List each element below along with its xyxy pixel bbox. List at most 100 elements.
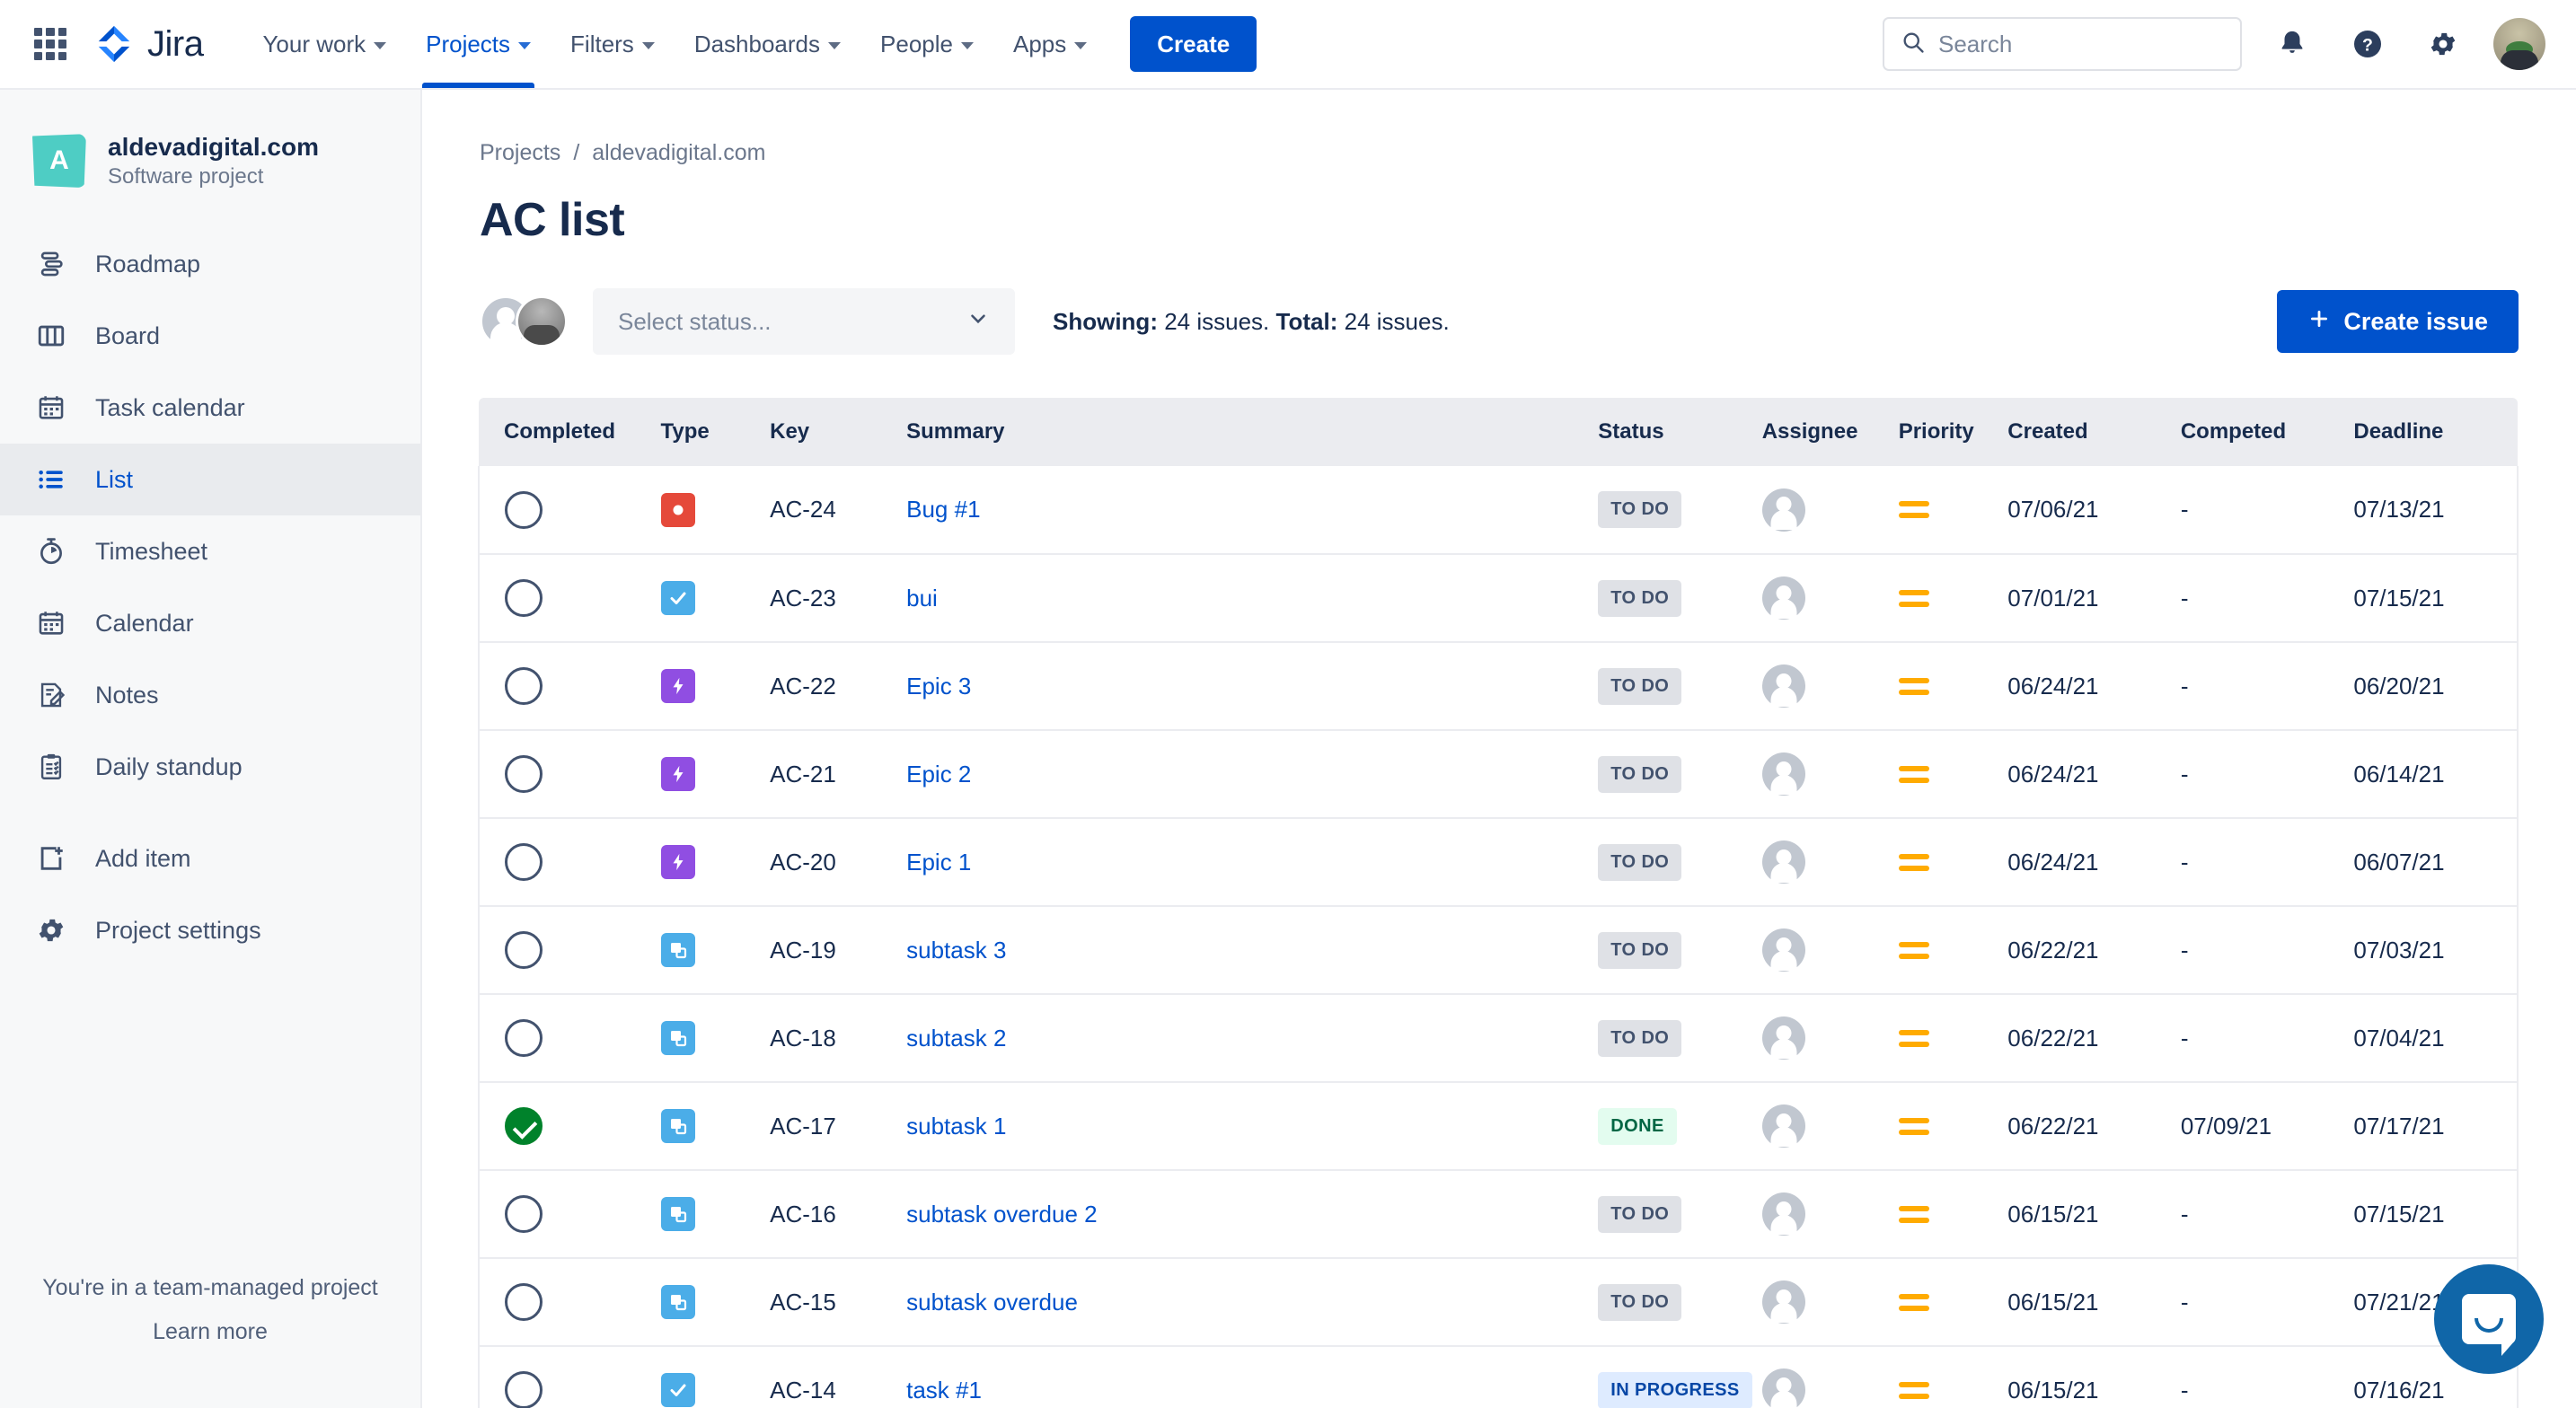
assignee-avatar[interactable] — [1761, 664, 1805, 708]
nav-item-dashboards[interactable]: Dashboards — [675, 0, 860, 88]
sidebar-item-notes[interactable]: Notes — [0, 659, 420, 731]
create-issue-button[interactable]: Create issue — [2277, 290, 2519, 353]
assignee-avatar-filter[interactable] — [480, 295, 568, 348]
column-header-type[interactable]: Type — [651, 398, 762, 466]
issue-summary-link[interactable]: subtask 2 — [906, 1025, 1006, 1052]
apps-switcher-icon[interactable] — [31, 24, 70, 64]
assignee-avatar[interactable] — [1761, 488, 1805, 532]
deadline-date: 07/17/21 — [2353, 1112, 2445, 1140]
assignee-avatar[interactable] — [1761, 840, 1805, 884]
settings-gear-icon[interactable] — [2418, 19, 2468, 69]
issue-summary-link[interactable]: Bug #1 — [906, 496, 980, 523]
status-badge[interactable]: TO DO — [1598, 491, 1682, 528]
global-search[interactable] — [1883, 17, 2242, 71]
column-header-created[interactable]: Created — [1998, 398, 2172, 466]
nav-item-people[interactable]: People — [860, 0, 993, 88]
column-header-deadline[interactable]: Deadline — [2344, 398, 2518, 466]
table-row[interactable]: AC-22 Epic 3 TO DO 06/24/21 - 06/20/21 — [478, 642, 2519, 731]
incomplete-circle-icon[interactable] — [505, 1283, 543, 1321]
status-filter-select[interactable]: Select status... — [593, 288, 1015, 355]
status-badge[interactable]: DONE — [1598, 1107, 1677, 1145]
issue-summary-link[interactable]: Epic 3 — [906, 673, 971, 700]
table-row[interactable]: AC-24 Bug #1 TO DO 07/06/21 - 07/13/21 — [478, 466, 2519, 555]
breadcrumb-current-project[interactable]: aldevadigital.com — [592, 140, 765, 166]
column-header-priority[interactable]: Priority — [1889, 398, 1999, 466]
column-header-assignee[interactable]: Assignee — [1752, 398, 1890, 466]
column-header-summary[interactable]: Summary — [897, 398, 1590, 466]
incomplete-circle-icon[interactable] — [505, 931, 543, 969]
assignee-avatar[interactable] — [1761, 1192, 1805, 1236]
table-row[interactable]: AC-16 subtask overdue 2 TO DO 06/15/21 -… — [478, 1170, 2519, 1259]
sidebar-item-roadmap[interactable]: Roadmap — [0, 228, 420, 300]
issue-summary-link[interactable]: Epic 2 — [906, 761, 971, 788]
table-row[interactable]: AC-20 Epic 1 TO DO 06/24/21 - 06/07/21 — [478, 818, 2519, 907]
user-avatar[interactable] — [2493, 18, 2545, 70]
breadcrumb-projects[interactable]: Projects — [480, 140, 560, 166]
table-row[interactable]: AC-15 subtask overdue TO DO 06/15/21 - 0… — [478, 1258, 2519, 1347]
column-header-completed[interactable]: Completed — [479, 398, 652, 466]
incomplete-circle-icon[interactable] — [505, 579, 543, 617]
status-badge[interactable]: TO DO — [1598, 579, 1682, 617]
assignee-avatar[interactable] — [1761, 576, 1805, 620]
column-header-status[interactable]: Status — [1589, 398, 1753, 466]
status-badge[interactable]: TO DO — [1598, 667, 1682, 705]
issue-summary-link[interactable]: task #1 — [906, 1377, 982, 1404]
avatar-user[interactable] — [516, 295, 568, 348]
table-row[interactable]: AC-17 subtask 1 DONE 06/22/21 07/09/21 0… — [478, 1082, 2519, 1171]
sidebar-item-project-settings[interactable]: Project settings — [0, 894, 420, 966]
sidebar-item-task-calendar[interactable]: Task calendar — [0, 372, 420, 444]
sidebar-item-add-item[interactable]: Add item — [0, 823, 420, 894]
notifications-bell-icon[interactable] — [2267, 19, 2317, 69]
project-header[interactable]: A aldevadigital.com Software project — [0, 90, 420, 190]
sidebar-item-daily-standup[interactable]: Daily standup — [0, 731, 420, 803]
incomplete-circle-icon[interactable] — [505, 1019, 543, 1057]
issue-summary-link[interactable]: subtask 3 — [906, 937, 1006, 964]
completed-check-icon[interactable] — [505, 1107, 543, 1145]
issue-summary-link[interactable]: subtask overdue 2 — [906, 1201, 1097, 1228]
assignee-avatar[interactable] — [1761, 1368, 1805, 1408]
incomplete-circle-icon[interactable] — [505, 490, 543, 529]
table-row[interactable]: AC-23 bui TO DO 07/01/21 - 07/15/21 — [478, 554, 2519, 643]
learn-more-link[interactable]: Learn more — [0, 1319, 420, 1345]
incomplete-circle-icon[interactable] — [505, 843, 543, 881]
nav-item-filters[interactable]: Filters — [551, 0, 675, 88]
create-button[interactable]: Create — [1130, 16, 1257, 72]
search-input[interactable] — [1938, 30, 2224, 58]
status-badge[interactable]: TO DO — [1598, 843, 1682, 881]
issue-summary-link[interactable]: subtask 1 — [906, 1113, 1006, 1140]
status-badge[interactable]: TO DO — [1598, 931, 1682, 969]
issue-summary-link[interactable]: Epic 1 — [906, 849, 971, 876]
table-row[interactable]: AC-14 task #1 IN PROGRESS 06/15/21 - 07/… — [478, 1346, 2519, 1408]
sidebar-item-board[interactable]: Board — [0, 300, 420, 372]
issue-summary-link[interactable]: subtask overdue — [906, 1289, 1078, 1316]
jira-home-logo[interactable]: Jira — [93, 23, 204, 65]
chat-widget-button[interactable] — [2434, 1264, 2544, 1374]
status-badge[interactable]: TO DO — [1598, 1283, 1682, 1321]
issue-summary-link[interactable]: bui — [906, 585, 938, 612]
nav-item-projects[interactable]: Projects — [406, 0, 551, 88]
assignee-avatar[interactable] — [1761, 1280, 1805, 1324]
nav-item-apps[interactable]: Apps — [993, 0, 1107, 88]
status-badge[interactable]: TO DO — [1598, 755, 1682, 793]
incomplete-circle-icon[interactable] — [505, 667, 543, 705]
assignee-avatar[interactable] — [1761, 1016, 1805, 1060]
table-row[interactable]: AC-19 subtask 3 TO DO 06/22/21 - 07/03/2… — [478, 906, 2519, 995]
status-badge[interactable]: TO DO — [1598, 1195, 1682, 1233]
assignee-avatar[interactable] — [1761, 1104, 1805, 1148]
help-icon[interactable]: ? — [2342, 19, 2393, 69]
table-row[interactable]: AC-18 subtask 2 TO DO 06/22/21 - 07/04/2… — [478, 994, 2519, 1083]
incomplete-circle-icon[interactable] — [505, 755, 543, 793]
nav-item-your-work[interactable]: Your work — [243, 0, 406, 88]
status-badge[interactable]: TO DO — [1598, 1019, 1682, 1057]
assignee-avatar[interactable] — [1761, 928, 1805, 972]
sidebar-item-calendar[interactable]: Calendar — [0, 587, 420, 659]
assignee-avatar[interactable] — [1761, 752, 1805, 796]
sidebar-item-list[interactable]: List — [0, 444, 420, 516]
column-header-key[interactable]: Key — [761, 398, 898, 466]
sidebar-item-timesheet[interactable]: Timesheet — [0, 515, 420, 587]
column-header-competed[interactable]: Competed — [2171, 398, 2345, 466]
table-row[interactable]: AC-21 Epic 2 TO DO 06/24/21 - 06/14/21 — [478, 730, 2519, 819]
status-badge[interactable]: IN PROGRESS — [1598, 1371, 1752, 1408]
incomplete-circle-icon[interactable] — [505, 1371, 543, 1408]
incomplete-circle-icon[interactable] — [505, 1195, 543, 1233]
